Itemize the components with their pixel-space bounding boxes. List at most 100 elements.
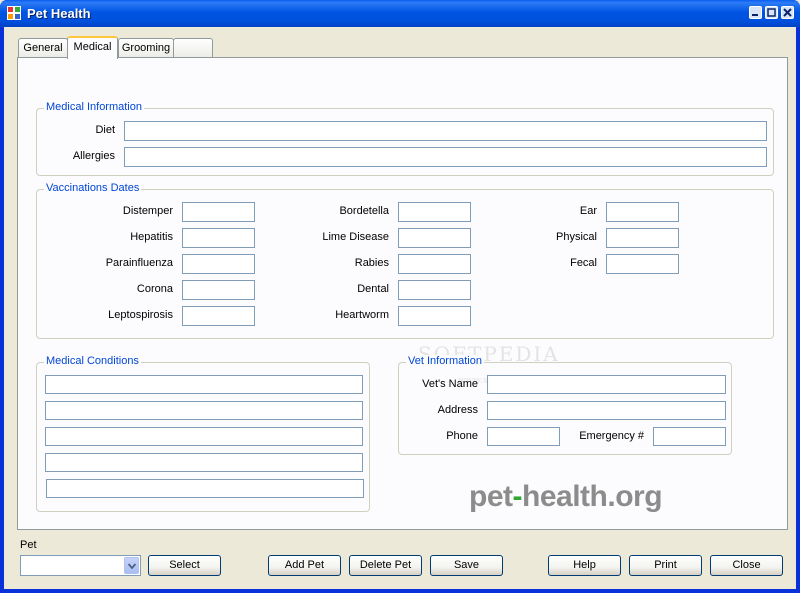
- minimize-icon: [752, 14, 758, 16]
- dental-label: Dental: [357, 283, 389, 295]
- medical-tab-page: Medical Information Diet Allergies Vacci…: [17, 57, 788, 530]
- title-bar[interactable]: Pet Health: [0, 0, 800, 27]
- condition-field-5[interactable]: [46, 479, 364, 498]
- save-button[interactable]: Save: [430, 555, 503, 576]
- group-title: Medical Conditions: [44, 355, 141, 367]
- group-title: Medical Information: [44, 101, 144, 113]
- condition-input[interactable]: [47, 480, 363, 497]
- physical-input[interactable]: [607, 229, 678, 247]
- phone-field[interactable]: [487, 427, 560, 446]
- logo-part-org: .org: [607, 480, 663, 513]
- address-input[interactable]: [488, 402, 725, 419]
- leptospirosis-input[interactable]: [183, 307, 254, 325]
- fecal-input[interactable]: [607, 255, 678, 273]
- condition-field-3[interactable]: [45, 427, 363, 446]
- maximize-button[interactable]: [765, 6, 778, 19]
- condition-input[interactable]: [46, 428, 362, 445]
- distemper-field[interactable]: [182, 202, 255, 222]
- diet-label: Diet: [95, 124, 115, 136]
- vets-name-label: Vet's Name: [422, 378, 478, 390]
- address-label: Address: [437, 404, 478, 416]
- window-title: Pet Health: [27, 6, 91, 21]
- bordetella-input[interactable]: [399, 203, 470, 221]
- hepatitis-input[interactable]: [183, 229, 254, 247]
- condition-input[interactable]: [46, 454, 362, 471]
- ear-input[interactable]: [607, 203, 678, 221]
- ear-label: Ear: [579, 205, 597, 217]
- app-window: Pet Health General Medical Grooming Medi…: [0, 0, 800, 593]
- rabies-label: Rabies: [354, 257, 389, 269]
- dental-field[interactable]: [398, 280, 471, 300]
- close-icon: [783, 8, 792, 17]
- condition-field-4[interactable]: [45, 453, 363, 472]
- corona-field[interactable]: [182, 280, 255, 300]
- close-window-button[interactable]: [781, 6, 794, 19]
- heartworm-label: Heartworm: [335, 309, 389, 321]
- address-field[interactable]: [487, 401, 726, 420]
- leptospirosis-field[interactable]: [182, 306, 255, 326]
- pet-label: Pet: [20, 539, 37, 551]
- pet-health-logo: pet-health.org: [469, 480, 663, 514]
- help-button[interactable]: Help: [548, 555, 621, 576]
- heartworm-field[interactable]: [398, 306, 471, 326]
- condition-field-2[interactable]: [45, 401, 363, 420]
- diet-input[interactable]: [125, 122, 766, 140]
- vets-name-field[interactable]: [487, 375, 726, 394]
- diet-field[interactable]: [124, 121, 767, 141]
- group-title: Vet Information: [406, 355, 484, 367]
- rabies-input[interactable]: [399, 255, 470, 273]
- client-area: General Medical Grooming Medical Informa…: [4, 27, 796, 589]
- fecal-label: Fecal: [570, 257, 597, 269]
- print-button[interactable]: Print: [629, 555, 702, 576]
- allergies-input[interactable]: [125, 148, 766, 166]
- hepatitis-field[interactable]: [182, 228, 255, 248]
- condition-input[interactable]: [46, 376, 362, 393]
- fecal-field[interactable]: [606, 254, 679, 274]
- hepatitis-label: Hepatitis: [130, 231, 173, 243]
- emergency-input[interactable]: [654, 428, 725, 445]
- physical-field[interactable]: [606, 228, 679, 248]
- allergies-field[interactable]: [124, 147, 767, 167]
- distemper-input[interactable]: [183, 203, 254, 221]
- pet-select[interactable]: [20, 555, 141, 576]
- add-pet-button[interactable]: Add Pet: [268, 555, 341, 576]
- ear-field[interactable]: [606, 202, 679, 222]
- vets-name-input[interactable]: [488, 376, 725, 393]
- dental-input[interactable]: [399, 281, 470, 299]
- close-button[interactable]: Close: [710, 555, 783, 576]
- medical-information-group: Medical Information Diet Allergies: [36, 101, 774, 176]
- emergency-label: Emergency #: [579, 430, 644, 442]
- tab-medical[interactable]: Medical: [67, 36, 118, 59]
- physical-label: Physical: [556, 231, 597, 243]
- rabies-field[interactable]: [398, 254, 471, 274]
- vet-information-group: Vet Information Vet's Name Address Phone…: [398, 355, 732, 455]
- heartworm-input[interactable]: [399, 307, 470, 325]
- parainfluenza-input[interactable]: [183, 255, 254, 273]
- bordetella-field[interactable]: [398, 202, 471, 222]
- corona-input[interactable]: [183, 281, 254, 299]
- bordetella-label: Bordetella: [339, 205, 389, 217]
- lime-disease-input[interactable]: [399, 229, 470, 247]
- parainfluenza-label: Parainfluenza: [105, 257, 173, 269]
- tab-grooming[interactable]: Grooming: [118, 38, 174, 58]
- tab-blank[interactable]: [173, 38, 213, 58]
- phone-label: Phone: [446, 430, 478, 442]
- vaccinations-group: Vaccinations Dates Distemper Hepatitis P…: [36, 182, 774, 339]
- delete-pet-button[interactable]: Delete Pet: [349, 555, 422, 576]
- maximize-icon: [767, 8, 776, 17]
- lime-disease-label: Lime Disease: [322, 231, 389, 243]
- minimize-button[interactable]: [749, 6, 762, 19]
- dropdown-arrow-button[interactable]: [124, 557, 139, 574]
- condition-input[interactable]: [46, 402, 362, 419]
- phone-input[interactable]: [488, 428, 559, 445]
- emergency-field[interactable]: [653, 427, 726, 446]
- select-button[interactable]: Select: [148, 555, 221, 576]
- chevron-down-icon: [127, 562, 136, 569]
- medical-conditions-group: Medical Conditions: [36, 355, 370, 512]
- logo-part-dash: -: [512, 480, 523, 513]
- leptospirosis-label: Leptospirosis: [108, 309, 173, 321]
- lime-disease-field[interactable]: [398, 228, 471, 248]
- condition-field-1[interactable]: [45, 375, 363, 394]
- tab-general[interactable]: General: [18, 38, 68, 58]
- parainfluenza-field[interactable]: [182, 254, 255, 274]
